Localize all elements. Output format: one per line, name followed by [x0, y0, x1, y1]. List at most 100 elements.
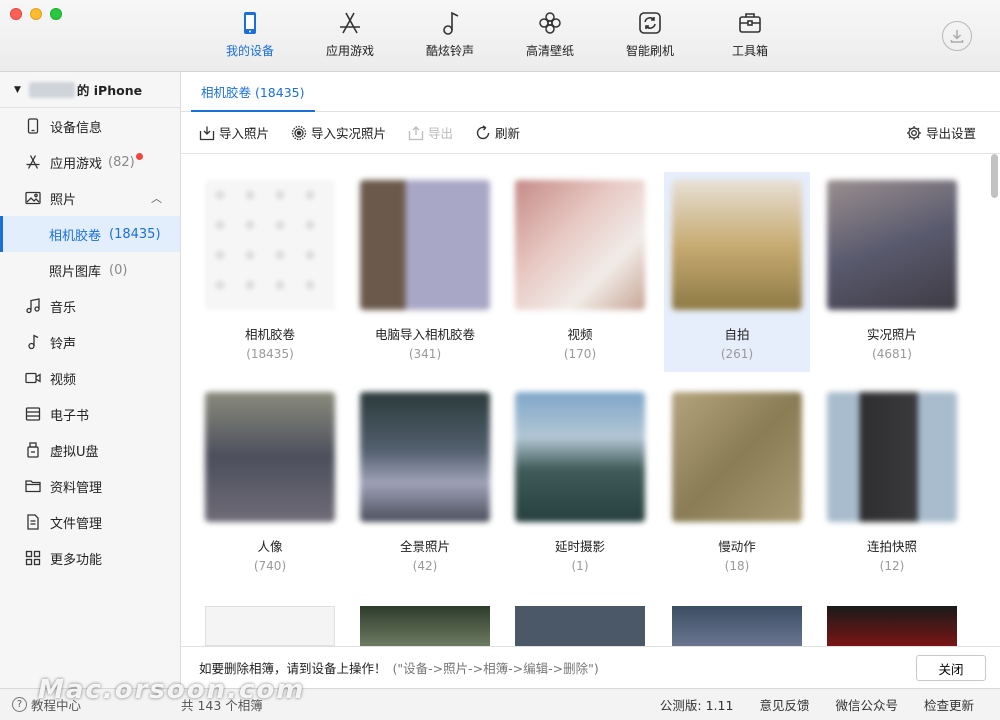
- album-count: (4681): [872, 347, 912, 361]
- import-photos-button[interactable]: 导入照片: [199, 123, 269, 142]
- download-icon: [950, 30, 964, 43]
- export-settings-button[interactable]: 导出设置: [906, 123, 976, 142]
- album-partial-thumbnail[interactable]: [827, 606, 957, 646]
- scrollbar-thumb[interactable]: [991, 154, 998, 198]
- album-name: 连拍快照: [866, 539, 917, 554]
- sidebar-item-more[interactable]: 更多功能: [0, 540, 180, 576]
- import-live-photos-label: 导入实况照片: [311, 126, 387, 141]
- sidebar-item-label: 更多功能: [50, 552, 103, 568]
- album-partial-thumbnail[interactable]: [360, 606, 490, 646]
- album-name: 实况照片: [866, 327, 917, 342]
- import-live-photos-button[interactable]: 导入实况照片: [291, 123, 386, 142]
- nav-smart-flash[interactable]: 智能刷机: [600, 10, 700, 59]
- album-count: (170): [563, 347, 597, 361]
- sidebar-item-label: 音乐: [50, 300, 77, 316]
- album-thumbnail: [515, 392, 645, 522]
- sidebar-item-videos[interactable]: 视频: [0, 360, 180, 396]
- album-videos[interactable]: 视频 (170): [507, 172, 653, 361]
- sidebar-item-apps[interactable]: 应用游戏 (82): [0, 144, 180, 180]
- folder-icon: [24, 477, 42, 495]
- album-name: 相机胶卷: [244, 327, 295, 342]
- close-button[interactable]: 关闭: [916, 655, 986, 681]
- feedback-link[interactable]: 意见反馈: [759, 695, 809, 714]
- app-store-icon: [340, 12, 360, 34]
- nav-toolbox[interactable]: 工具箱: [700, 10, 800, 59]
- device-owner-redacted: [28, 81, 75, 98]
- sidebar-item-photo-library[interactable]: 照片图库 (0): [0, 252, 180, 288]
- refresh-button[interactable]: 刷新: [475, 123, 520, 142]
- album-slow-motion[interactable]: 慢动作 (18): [664, 384, 810, 573]
- camera-roll-count: (18435): [109, 226, 161, 242]
- zoom-window-button[interactable]: [50, 8, 62, 20]
- export-icon: [408, 125, 424, 140]
- import-icon: [199, 126, 215, 140]
- main-nav: 我的设备 应用游戏 酷炫铃声 高清壁纸 智能刷机 工具箱: [200, 10, 800, 59]
- sidebar-item-photos[interactable]: 照片 ︿: [0, 180, 180, 216]
- nav-label: 高清壁纸: [525, 44, 574, 58]
- album-burst[interactable]: 连拍快照 (12): [819, 384, 965, 573]
- album-selfies[interactable]: 自拍 (261): [664, 172, 810, 372]
- sidebar-item-ringtones[interactable]: 铃声: [0, 324, 180, 360]
- nav-wallpapers[interactable]: 高清壁纸: [500, 10, 600, 59]
- live-photo-icon: [291, 125, 307, 140]
- album-count: (12): [879, 559, 905, 573]
- nav-my-device[interactable]: 我的设备: [200, 10, 300, 59]
- sidebar-item-ebooks[interactable]: 电子书: [0, 396, 180, 432]
- album-portrait[interactable]: 人像 (740): [197, 384, 343, 573]
- bell-icon: [24, 333, 42, 351]
- chevron-up-icon[interactable]: ︿: [151, 190, 162, 206]
- album-thumbnail: [672, 392, 802, 522]
- apps-count: (82): [108, 154, 135, 170]
- sidebar-item-file-management[interactable]: 文件管理: [0, 504, 180, 540]
- nav-label: 应用游戏: [325, 44, 374, 58]
- album-camera-roll[interactable]: 相机胶卷 (18435): [197, 172, 343, 361]
- album-partial-thumbnail[interactable]: [672, 606, 802, 646]
- device-selector[interactable]: ▼ 的 iPhone: [0, 72, 180, 108]
- sidebar-item-label: 资料管理: [50, 480, 103, 496]
- sidebar-item-label: 照片: [50, 192, 77, 208]
- photo-library-count: (0): [109, 262, 128, 278]
- album-name: 视频: [567, 327, 593, 342]
- nav-apps-games[interactable]: 应用游戏: [300, 10, 400, 59]
- download-button[interactable]: [942, 21, 972, 51]
- action-toolbar: 导入照片 导入实况照片 导出 刷新 导出设置: [181, 112, 1000, 154]
- sidebar-item-label: 视频: [50, 372, 77, 388]
- sidebar-item-data-management[interactable]: 资料管理: [0, 468, 180, 504]
- minimize-window-button[interactable]: [30, 8, 42, 20]
- export-button[interactable]: 导出: [408, 123, 453, 142]
- window-controls: [10, 8, 62, 20]
- sidebar-item-label: 铃声: [50, 336, 77, 352]
- top-toolbar: 我的设备 应用游戏 酷炫铃声 高清壁纸 智能刷机 工具箱: [0, 0, 1000, 72]
- file-icon: [24, 513, 42, 531]
- album-thumbnail: [205, 180, 335, 310]
- gear-icon: [906, 125, 921, 140]
- sidebar-item-virtual-usb[interactable]: 虚拟U盘: [0, 432, 180, 468]
- app-icon: [24, 153, 42, 171]
- refresh-icon: [639, 12, 661, 34]
- nav-label: 我的设备: [225, 44, 274, 58]
- album-partial-thumbnail[interactable]: [205, 606, 335, 646]
- music-icon: [24, 297, 42, 315]
- main-panel: 相机胶卷 (18435) 导入照片 导入实况照片 导出 刷新 导出设置 相机胶卷…: [181, 72, 1000, 688]
- album-thumbnail: [205, 392, 335, 522]
- tab-camera-roll[interactable]: 相机胶卷 (18435): [191, 72, 315, 112]
- album-pc-imported[interactable]: 电脑导入相机胶卷 (341): [352, 172, 498, 361]
- album-panorama[interactable]: 全景照片 (42): [352, 384, 498, 573]
- nav-ringtones[interactable]: 酷炫铃声: [400, 10, 500, 59]
- sidebar-item-camera-roll[interactable]: 相机胶卷 (18435): [0, 216, 180, 252]
- sidebar-item-label: 照片图库: [49, 264, 102, 280]
- album-live-photos[interactable]: 实况照片 (4681): [819, 172, 965, 361]
- notice-hint: ("设备->照片->相簿->编辑->删除"): [392, 661, 599, 676]
- album-name: 自拍: [724, 327, 750, 342]
- refresh-label: 刷新: [495, 126, 521, 141]
- wechat-link[interactable]: 微信公众号: [835, 695, 898, 714]
- album-timelapse[interactable]: 延时摄影 (1): [507, 384, 653, 573]
- close-window-button[interactable]: [10, 8, 22, 20]
- album-partial-thumbnail[interactable]: [515, 606, 645, 646]
- status-links: 公测版: 1.11 意见反馈 微信公众号 检查更新: [660, 695, 974, 714]
- sidebar-item-label: 虚拟U盘: [50, 444, 99, 460]
- album-count: (261): [720, 347, 754, 361]
- check-update-link[interactable]: 检查更新: [924, 695, 974, 714]
- sidebar-item-device-info[interactable]: 设备信息: [0, 108, 180, 144]
- sidebar-item-music[interactable]: 音乐: [0, 288, 180, 324]
